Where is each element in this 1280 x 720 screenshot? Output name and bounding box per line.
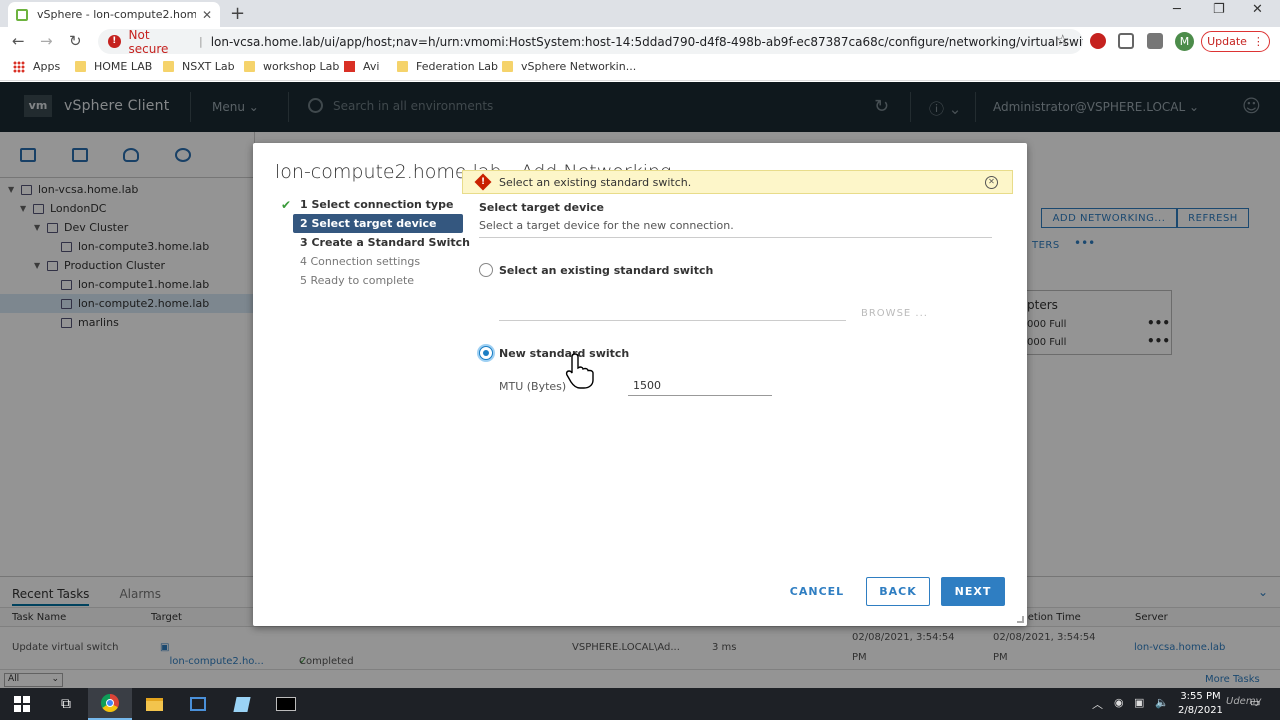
url-text[interactable]: lon-vcsa.home.lab/ui/app/host;nav=h/urn:… [211,35,1083,49]
warning-icon: ! [108,35,121,48]
step-create-standard-switch[interactable]: 3 Create a Standard Switch [293,233,470,252]
task-view-icon[interactable]: ⧉ [44,688,88,720]
update-button[interactable]: Update ⋮ [1201,31,1270,52]
terminal-app-icon[interactable] [264,688,308,720]
network-icon[interactable]: ▣ [1134,696,1144,709]
back-arrow-icon[interactable]: ← [12,32,25,50]
forward-arrow-icon[interactable]: → [40,32,53,50]
close-icon[interactable]: ✕ [985,176,998,189]
bookmark-workshop-lab[interactable]: workshop Lab [244,60,339,73]
not-secure-label[interactable]: Not secure [129,28,191,56]
vsphere-favicon-icon [16,8,28,21]
folder-icon [163,61,174,72]
minimize-icon[interactable]: ─ [1173,2,1181,17]
avi-logo-icon [344,61,355,72]
radio-existing-switch[interactable] [479,263,493,277]
extensions-puzzle-icon[interactable] [1147,33,1163,49]
option-new-switch[interactable]: New standard switch [479,346,629,360]
bookmarks-bar: Apps HOME LAB NSXT Lab workshop Lab Avi … [0,56,1280,81]
window-close-icon[interactable]: ✕ [1252,2,1263,17]
start-button[interactable] [0,688,44,720]
tray-chevron-icon[interactable]: ︿ [1092,696,1103,712]
system-clock[interactable]: 3:55 PM 2/8/2021 [1178,690,1223,718]
bookmark-nsxt-lab[interactable]: NSXT Lab [163,60,235,73]
check-icon: ✔ [281,198,292,212]
windows-logo-icon [14,696,30,712]
bookmark-home-lab[interactable]: HOME LAB [75,60,152,73]
reload-icon[interactable]: ↻ [69,32,82,50]
more-vert-icon: ⋮ [1252,35,1264,48]
next-button[interactable]: NEXT [941,577,1005,606]
extension-recycle-icon[interactable] [1118,33,1134,49]
notes-app-icon[interactable] [220,688,264,720]
step-ready-to-complete: 5 Ready to complete [300,274,415,287]
network-app-icon[interactable] [176,688,220,720]
folder-icon [397,61,408,72]
browser-tab[interactable]: vSphere - lon-compute2.home.la ✕ [8,2,220,27]
option-existing-switch[interactable]: Select an existing standard switch [479,263,713,277]
mtu-input[interactable] [628,376,772,396]
extension-shield-icon[interactable] [1090,33,1106,49]
bookmark-star-icon[interactable]: ☆ [1056,31,1069,49]
add-networking-dialog: lon-compute2.home.lab - Add Networking ✔… [253,143,1027,626]
resize-handle-icon[interactable] [1017,616,1024,623]
address-separator: | [199,35,203,48]
alert-message: Select an existing standard switch. [499,175,692,189]
step-connection-settings: 4 Connection settings [300,255,421,268]
error-icon: ! [474,173,492,191]
udemy-watermark: Udemy [1226,696,1262,707]
browse-button[interactable]: BROWSE ... [861,308,928,319]
existing-switch-field [499,320,846,321]
folder-icon [75,61,86,72]
tray-app-icon[interactable]: ◉ [1114,696,1124,709]
mtu-label: MTU (Bytes) [499,380,567,393]
browser-toolbar: ← → ↻ ! Not secure | lon-vcsa.home.lab/u… [0,27,1280,56]
address-bar[interactable]: ! Not secure | lon-vcsa.home.lab/ui/app/… [98,28,1083,56]
browser-tabbar: vSphere - lon-compute2.home.la ✕ + ─ ❐ ✕ [0,0,1280,27]
validation-alert: ! Select an existing standard switch. ✕ [462,170,1013,194]
radio-new-switch[interactable] [479,346,493,360]
chrome-taskbar-icon[interactable] [88,688,132,720]
windows-taskbar: ⧉ ︿ ◉ ▣ 🔈 3:55 PM 2/8/2021 ▭ [0,688,1280,720]
folder-icon [502,61,513,72]
bookmark-federation-lab[interactable]: Federation Lab [397,60,498,73]
folder-icon [244,61,255,72]
tab-close-icon[interactable]: ✕ [202,8,212,22]
bookmark-vsphere-networking[interactable]: vSphere Networkin... [502,60,636,73]
profile-avatar[interactable]: M [1175,32,1194,51]
step-select-target-device[interactable]: 2 Select target device [293,214,463,233]
step-select-connection-type[interactable]: ✔ 1 Select connection type [281,195,463,214]
wizard-steps: ✔ 1 Select connection type 2 Select targe… [281,195,470,290]
section-divider [479,237,992,238]
bookmark-avi[interactable]: Avi [344,60,379,73]
apps-grid-icon [13,60,25,73]
volume-icon[interactable]: 🔈 [1155,696,1169,709]
file-explorer-icon[interactable] [132,688,176,720]
section-subtitle: Select a target device for the new conne… [479,219,734,232]
bookmark-apps[interactable]: Apps [13,60,60,73]
new-tab-icon[interactable]: + [230,3,245,24]
section-title: Select target device [479,201,605,214]
restore-icon[interactable]: ❐ [1213,2,1225,17]
hand-cursor-icon [565,353,594,389]
tab-title: vSphere - lon-compute2.home.la [37,8,196,21]
cancel-button[interactable]: CANCEL [785,577,849,606]
back-button[interactable]: BACK [866,577,930,606]
